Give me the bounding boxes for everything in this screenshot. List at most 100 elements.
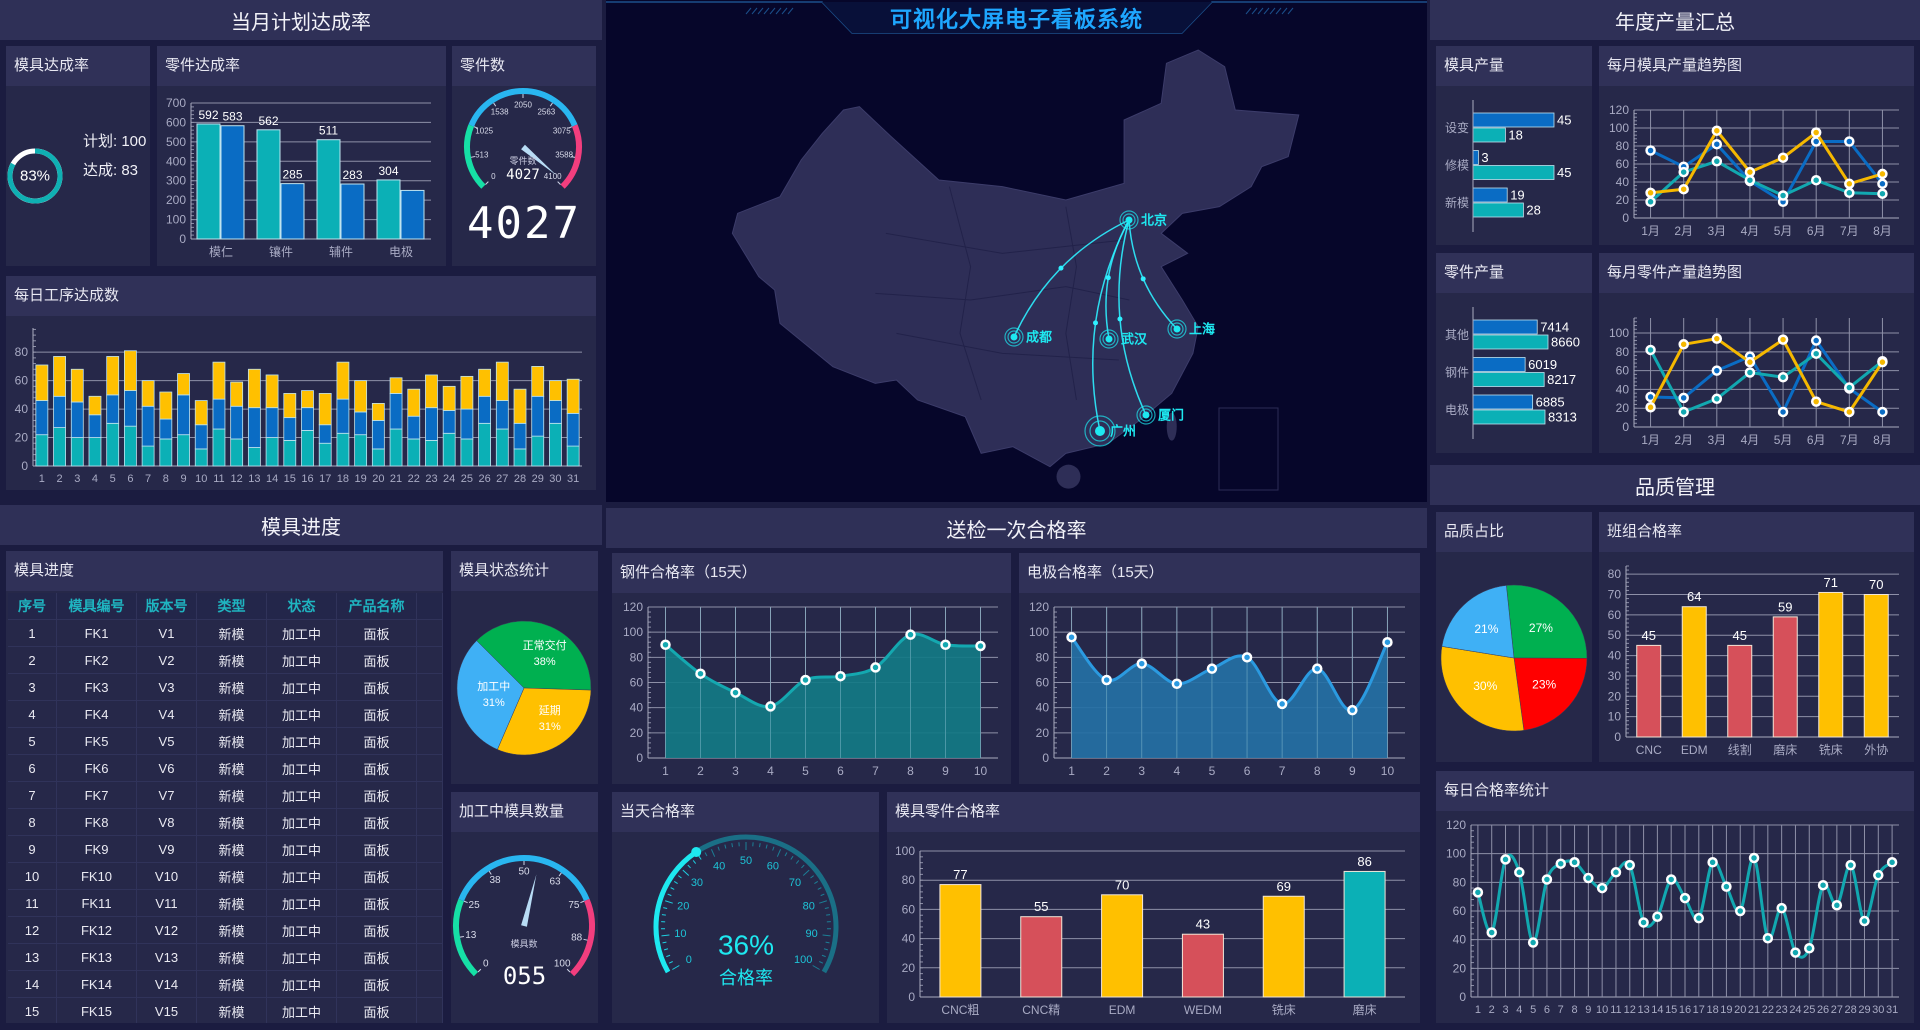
y-tick-label: 0 <box>1614 730 1621 744</box>
gauge-tick-label: 4100 <box>544 172 562 181</box>
gauge-tick <box>668 961 673 964</box>
data-point <box>1777 152 1789 163</box>
table-cell: FK13 <box>57 944 137 970</box>
gauge-tick-label: 20 <box>677 901 689 913</box>
data-point <box>1873 869 1884 881</box>
part-count-card: 零件数 0 513 1025 1538 2050 2563 3075 3588 4100 零件数 4… <box>452 46 596 266</box>
table-row[interactable]: 15 FK15 V15 新模 加工中 面板 <box>8 998 443 1023</box>
x-tick-label: 模仁 <box>209 245 233 259</box>
bar <box>340 183 365 240</box>
table-cell: FK4 <box>57 701 137 727</box>
table-row[interactable]: 8 FK8 V8 新模 加工中 面板 <box>8 809 443 836</box>
table-cell: 新模 <box>197 782 267 808</box>
gauge-tick <box>765 844 768 849</box>
table-cell: 新模 <box>197 863 267 889</box>
stacked-bar-segment <box>442 410 456 434</box>
x-tick-label: 2月 <box>1674 224 1693 238</box>
stacked-bar-segment <box>212 398 226 430</box>
x-tick-label: 12 <box>231 473 243 485</box>
data-point <box>1679 892 1691 904</box>
bar <box>400 189 425 240</box>
card-title: 模具零件合格率 <box>887 792 1420 832</box>
y-tick-label: 0 <box>179 232 186 246</box>
table-row[interactable]: 4 FK4 V4 新模 加工中 面板 <box>8 701 443 728</box>
table-row[interactable]: 6 FK6 V6 新模 加工中 面板 <box>8 755 443 782</box>
stacked-bar-segment <box>354 380 368 413</box>
data-point <box>1790 947 1801 958</box>
x-tick-label: 27 <box>496 473 508 485</box>
data-point <box>1777 190 1789 201</box>
section-title-quality: 品质管理 <box>1430 465 1920 505</box>
city-marker[interactable]: 武汉 <box>1099 329 1148 349</box>
gauge-tick <box>692 860 697 864</box>
x-tick-label: 4月 <box>1741 224 1760 238</box>
city-marker[interactable]: 成都 <box>1004 327 1052 347</box>
data-point <box>1645 344 1656 356</box>
x-tick-label: 18 <box>337 473 349 485</box>
table-row[interactable]: 5 FK5 V5 新模 加工中 面板 <box>8 728 443 755</box>
data-point <box>1777 406 1789 418</box>
data-point <box>1645 402 1656 413</box>
data-point <box>1711 365 1723 376</box>
x-tick-label: 16 <box>1679 1004 1691 1016</box>
stacked-bar-segment <box>88 437 102 467</box>
table-row[interactable]: 10 FK10 V10 新模 加工中 面板 <box>8 863 443 890</box>
x-tick-label: CNC <box>1636 743 1662 757</box>
table-row[interactable]: 11 FK11 V11 新模 加工中 面板 <box>8 890 443 917</box>
mold-output-card: 模具产量 45 18 3 45 19 28 设变 修模 新模 <box>1436 46 1592 245</box>
bar <box>1636 644 1662 738</box>
stacked-bar-segment <box>566 378 580 414</box>
table-cell: 面板 <box>337 836 417 862</box>
data-point <box>1101 674 1112 686</box>
table-header-row: 序号 模具编号 版本号 类型 状态 产品名称 <box>8 593 443 620</box>
data-point <box>1711 156 1723 167</box>
data-label: 43 <box>1196 917 1210 932</box>
table-cell: 新模 <box>197 647 267 673</box>
table-row[interactable]: 9 FK9 V9 新模 加工中 面板 <box>8 836 443 863</box>
x-tick-label: 2月 <box>1674 433 1693 447</box>
data-point <box>765 701 776 712</box>
slice-percent: 31% <box>483 697 505 709</box>
table-cell: FK2 <box>57 647 137 673</box>
table-row[interactable]: 1 FK1 V1 新模 加工中 面板 <box>8 620 443 647</box>
mold-status-card: 模具状态统计 正常交付 38% 延期 31% 加工中 31% <box>451 551 598 784</box>
city-label: 成都 <box>1026 330 1052 345</box>
city-marker[interactable]: 北京 <box>1119 210 1167 230</box>
stacked-bar-segment <box>478 395 491 424</box>
hbar <box>1472 112 1555 128</box>
data-label: 8217 <box>1547 372 1576 387</box>
city-marker[interactable]: 厦门 <box>1136 405 1184 425</box>
table-row[interactable]: 14 FK14 V14 新模 加工中 面板 <box>8 971 443 998</box>
table-row[interactable]: 2 FK2 V2 新模 加工中 面板 <box>8 647 443 674</box>
gauge-tick-label: 1025 <box>475 126 493 135</box>
daily-pass-chart: 0 20 40 60 80 100 120 1 2 3 4 5 6 7 8 9 10 11 12 13 14 15 16 17… <box>1436 811 1914 1023</box>
data-point <box>1638 917 1649 928</box>
city-label: 厦门 <box>1158 408 1184 423</box>
chart-svg: 正常交付 38% 延期 31% 加工中 31% <box>456 620 592 756</box>
stacked-bar-segment <box>230 381 244 407</box>
donut-percent: 83% <box>20 168 50 185</box>
x-tick-label: 4 <box>1516 1004 1522 1016</box>
hainan-island <box>1056 464 1081 489</box>
table-row[interactable]: 7 FK7 V7 新模 加工中 面板 <box>8 782 443 809</box>
table-cell: 面板 <box>337 701 417 727</box>
table-cell: 面板 <box>337 917 417 943</box>
china-map[interactable]: 北京 成都 武汉 上海 厦门 广州 <box>606 0 1427 502</box>
route-arrow <box>1140 276 1146 282</box>
mold-count-gauge: 0 13 25 38 50 63 75 88 100 模具数 055 <box>451 832 598 1023</box>
city-marker[interactable]: 上海 <box>1167 319 1215 339</box>
x-tick-label: 22 <box>1762 1004 1774 1016</box>
data-point <box>1693 912 1705 924</box>
data-label: 6885 <box>1536 395 1565 410</box>
y-tick-label: 80 <box>1616 139 1630 153</box>
data-label: 28 <box>1526 203 1540 218</box>
stacked-bar-segment <box>247 447 261 467</box>
table-row[interactable]: 12 FK12 V12 新模 加工中 面板 <box>8 917 443 944</box>
table-row[interactable]: 13 FK13 V13 新模 加工中 面板 <box>8 944 443 971</box>
data-label: 77 <box>953 867 967 882</box>
table-row[interactable]: 3 FK3 V3 新模 加工中 面板 <box>8 674 443 701</box>
gauge-tick <box>717 846 720 851</box>
part-rate-chart: 0 100 200 300 400 500 600 700 模仁 镶件 辅件 电极 592 562 511 3… <box>157 86 446 266</box>
stacked-bar-segment <box>141 405 155 447</box>
map-panel[interactable]: 北京 成都 武汉 上海 厦门 广州 可视化大屏电子看板系统 <box>606 0 1427 502</box>
